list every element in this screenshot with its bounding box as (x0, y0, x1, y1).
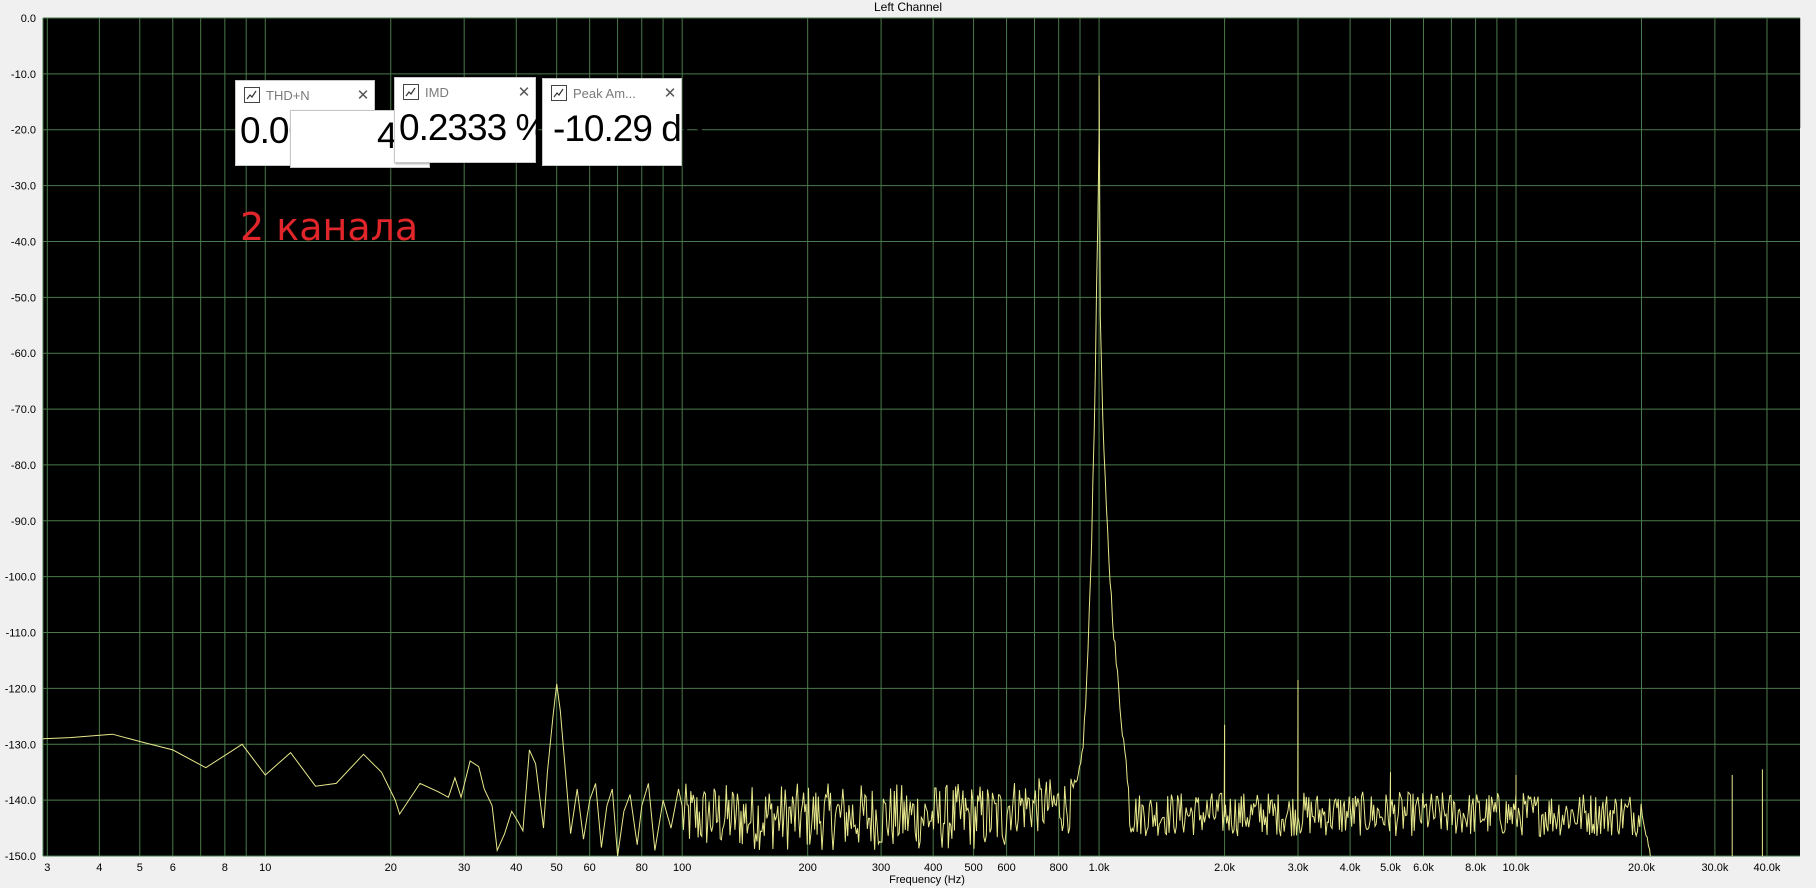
x-tick-label: 4 (96, 862, 102, 874)
y-tick-label: -90.0 (11, 516, 36, 528)
x-tick-label: 40 (510, 862, 522, 874)
y-tick-label: -60.0 (11, 348, 36, 360)
meter-name: THD+N (266, 87, 310, 103)
x-tick-label: 80 (636, 862, 648, 874)
x-tick-label: 6 (170, 862, 176, 874)
y-tick-label: -70.0 (11, 404, 36, 416)
x-tick-label: 100 (673, 862, 691, 874)
x-tick-label: 1.0k (1089, 862, 1110, 874)
x-tick-label: 600 (997, 862, 1015, 874)
x-tick-label: 20 (385, 862, 397, 874)
y-tick-label: -40.0 (11, 236, 36, 248)
x-tick-label: 5.0k (1380, 862, 1401, 874)
y-tick-label: -80.0 (11, 460, 36, 472)
meter-value: 0.2333 % (399, 107, 548, 148)
y-tick-label: -30.0 (11, 181, 36, 193)
meter-name: IMD (425, 84, 449, 100)
y-tick-label: -100.0 (5, 572, 36, 584)
x-axis-label: Frequency (Hz) (889, 874, 965, 886)
y-tick-label: -130.0 (5, 739, 36, 751)
close-icon[interactable]: ✕ (659, 84, 681, 102)
x-tick-label: 40.0k (1754, 862, 1781, 874)
x-tick-label: 8 (222, 862, 228, 874)
side-toolbar[interactable] (1800, 18, 1816, 128)
x-tick-label: 500 (964, 862, 982, 874)
meter-imd[interactable]: IMD ✕ 0.2333 % (394, 77, 548, 163)
y-tick-label: -20.0 (11, 125, 36, 137)
x-tick-label: 300 (872, 862, 890, 874)
x-tick-label: 50 (551, 862, 563, 874)
overlay-note: 2 канала (240, 205, 419, 249)
y-tick-label: -50.0 (11, 292, 36, 304)
y-tick-label: -10.0 (11, 69, 36, 81)
y-tick-label: -150.0 (5, 851, 36, 863)
x-tick-label: 10 (259, 862, 271, 874)
meter-name: Peak Am... (573, 85, 636, 101)
x-tick-label: 4.0k (1340, 862, 1361, 874)
y-tick-label: -140.0 (5, 795, 36, 807)
x-tick-label: 30 (458, 862, 470, 874)
meter-peak-amplitude[interactable]: Peak Am... ✕ -10.29 dB (542, 78, 705, 166)
x-tick-label: 3 (44, 862, 50, 874)
x-tick-label: 5 (137, 862, 143, 874)
meter-graph-icon[interactable] (403, 84, 419, 100)
meter-value: -10.29 dB (553, 108, 705, 149)
close-icon[interactable]: ✕ (513, 83, 535, 101)
x-tick-label: 6.0k (1413, 862, 1434, 874)
y-tick-label: -120.0 (5, 683, 36, 695)
x-tick-label: 2.0k (1214, 862, 1235, 874)
x-tick-label: 30.0k (1701, 862, 1728, 874)
x-tick-label: 60 (584, 862, 596, 874)
x-tick-label: 200 (798, 862, 816, 874)
x-tick-label: 20.0k (1628, 862, 1655, 874)
x-tick-label: 3.0k (1288, 862, 1309, 874)
x-tick-label: 10.0k (1503, 862, 1530, 874)
y-tick-label: -110.0 (6, 628, 36, 640)
close-icon[interactable]: ✕ (352, 86, 374, 104)
x-tick-label: 8.0k (1465, 862, 1486, 874)
meter-graph-icon[interactable] (244, 87, 260, 103)
meter-graph-icon[interactable] (551, 85, 567, 101)
x-tick-label: 800 (1049, 862, 1067, 874)
x-tick-label: 400 (924, 862, 942, 874)
y-tick-label: 0.0 (21, 13, 36, 25)
